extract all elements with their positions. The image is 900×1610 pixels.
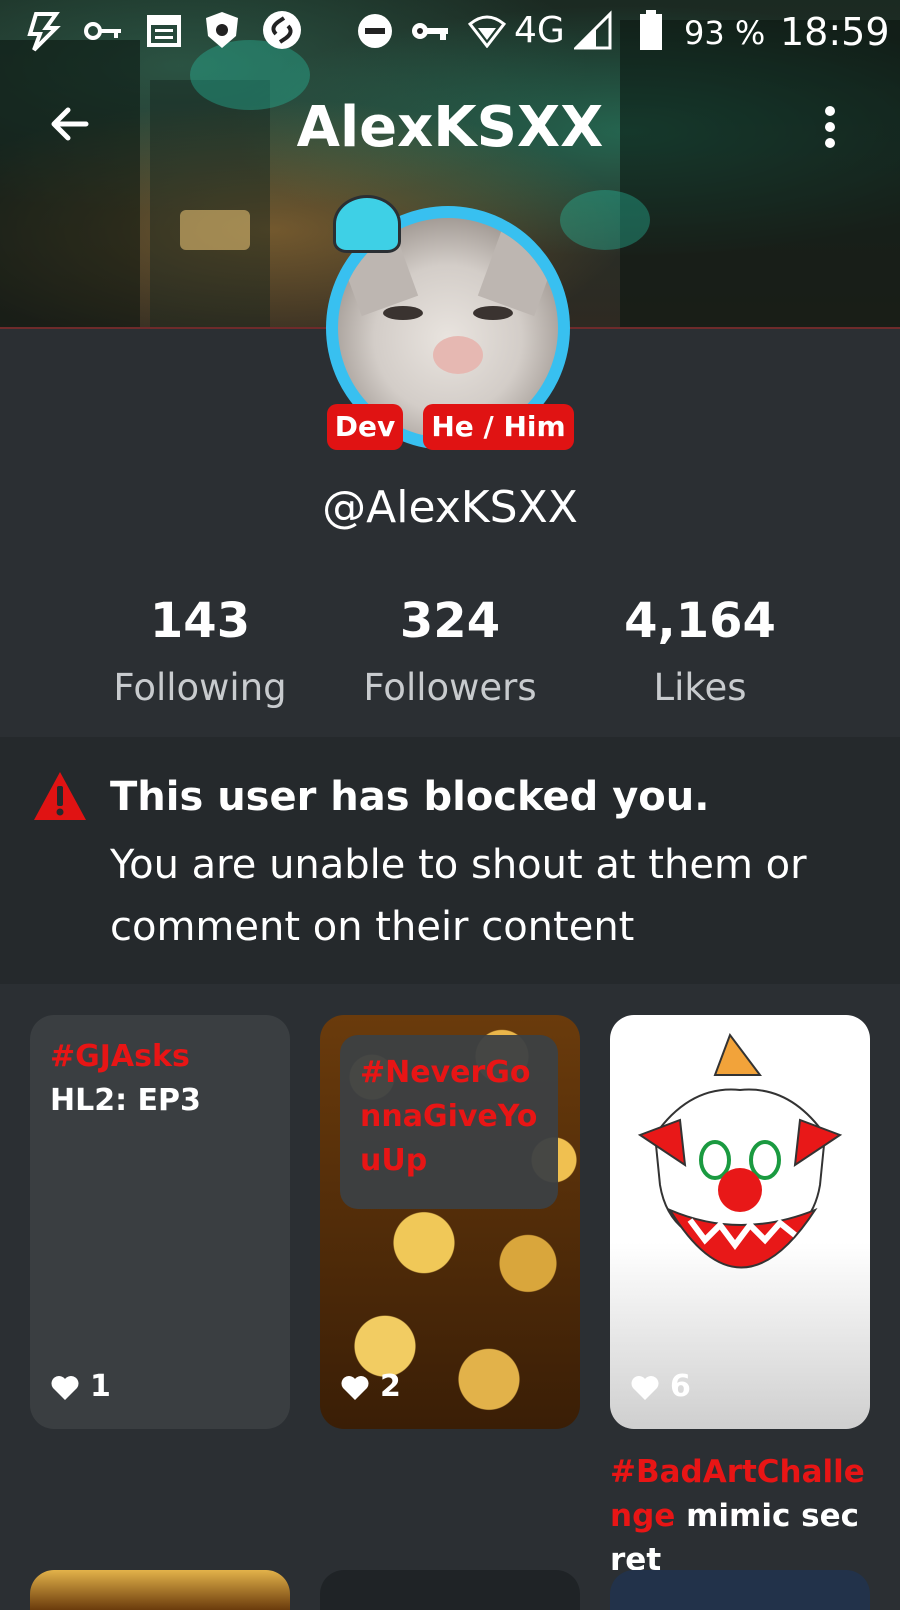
post-likes: 2 xyxy=(340,1369,401,1404)
stat-followers-label[interactable]: Followers xyxy=(330,666,570,709)
stat-following-count[interactable]: 143 xyxy=(80,593,320,649)
key-icon xyxy=(84,22,121,40)
post-card[interactable]: 6 xyxy=(610,1015,870,1429)
post-caption: #NeverGonnaGiveYouUp xyxy=(360,1051,540,1183)
post-card[interactable]: #GJAsks HL2: EP3 1 xyxy=(30,1015,290,1429)
network-type: 4G xyxy=(514,10,565,51)
heart-icon xyxy=(631,1375,659,1400)
post-card[interactable]: #NeverGonnaGiveYouUp 2 xyxy=(320,1015,580,1429)
post-hashtag[interactable]: #NeverGonnaGiveYouUp xyxy=(360,1055,537,1178)
post-card-partial[interactable] xyxy=(30,1570,290,1610)
username-handle: @AlexKSXX xyxy=(322,482,578,533)
signal-icon xyxy=(574,10,612,50)
status-bar: 4G 93 % 18:59 xyxy=(0,0,900,64)
role-badge: Dev xyxy=(327,404,403,450)
heart-icon xyxy=(51,1375,79,1400)
blocked-title: This user has blocked you. xyxy=(110,774,710,820)
post-card-partial[interactable] xyxy=(610,1570,870,1610)
cat-nose xyxy=(433,336,483,374)
post-like-count: 1 xyxy=(90,1369,111,1404)
stat-following-label[interactable]: Following xyxy=(80,666,320,709)
stat-likes-count[interactable]: 4,164 xyxy=(580,593,820,649)
calendar-icon xyxy=(147,15,181,47)
clown-drawing xyxy=(637,1032,843,1269)
stat-likes-label[interactable]: Likes xyxy=(580,666,820,709)
shield-icon xyxy=(206,12,238,48)
heart-icon xyxy=(341,1375,369,1400)
clock: 18:59 xyxy=(780,10,890,54)
post-caption: #GJAsks HL2: EP3 xyxy=(50,1035,275,1123)
stat-followers-count[interactable]: 324 xyxy=(330,593,570,649)
battery-icon xyxy=(640,10,662,50)
warning-icon xyxy=(34,772,86,820)
cat-eye xyxy=(473,306,513,320)
avatar-decoration-icon xyxy=(333,195,401,253)
post-likes: 1 xyxy=(50,1369,111,1404)
post-caption: #BadArtChallenge mimic secret xyxy=(610,1450,870,1582)
post-likes: 6 xyxy=(630,1369,691,1404)
post-title: HL2: EP3 xyxy=(50,1083,201,1118)
post-hashtag[interactable]: #GJAsks xyxy=(50,1039,190,1074)
blocked-description: You are unable to shout at them or comme… xyxy=(110,842,807,950)
shazam-icon xyxy=(263,11,301,49)
wifi-icon xyxy=(468,15,506,48)
battery-percent: 93 % xyxy=(684,14,766,52)
vpn-key-icon xyxy=(412,23,448,40)
more-vert-icon[interactable] xyxy=(822,106,838,150)
dnd-icon xyxy=(358,14,392,48)
cat-eye xyxy=(383,306,423,320)
page-title: AlexKSXX xyxy=(296,95,604,160)
post-card-partial[interactable] xyxy=(320,1570,580,1610)
post-like-count: 2 xyxy=(380,1369,401,1404)
lightning-icon xyxy=(27,12,61,52)
post-like-count: 6 xyxy=(670,1369,691,1404)
pronoun-badge: He / Him xyxy=(423,404,574,450)
